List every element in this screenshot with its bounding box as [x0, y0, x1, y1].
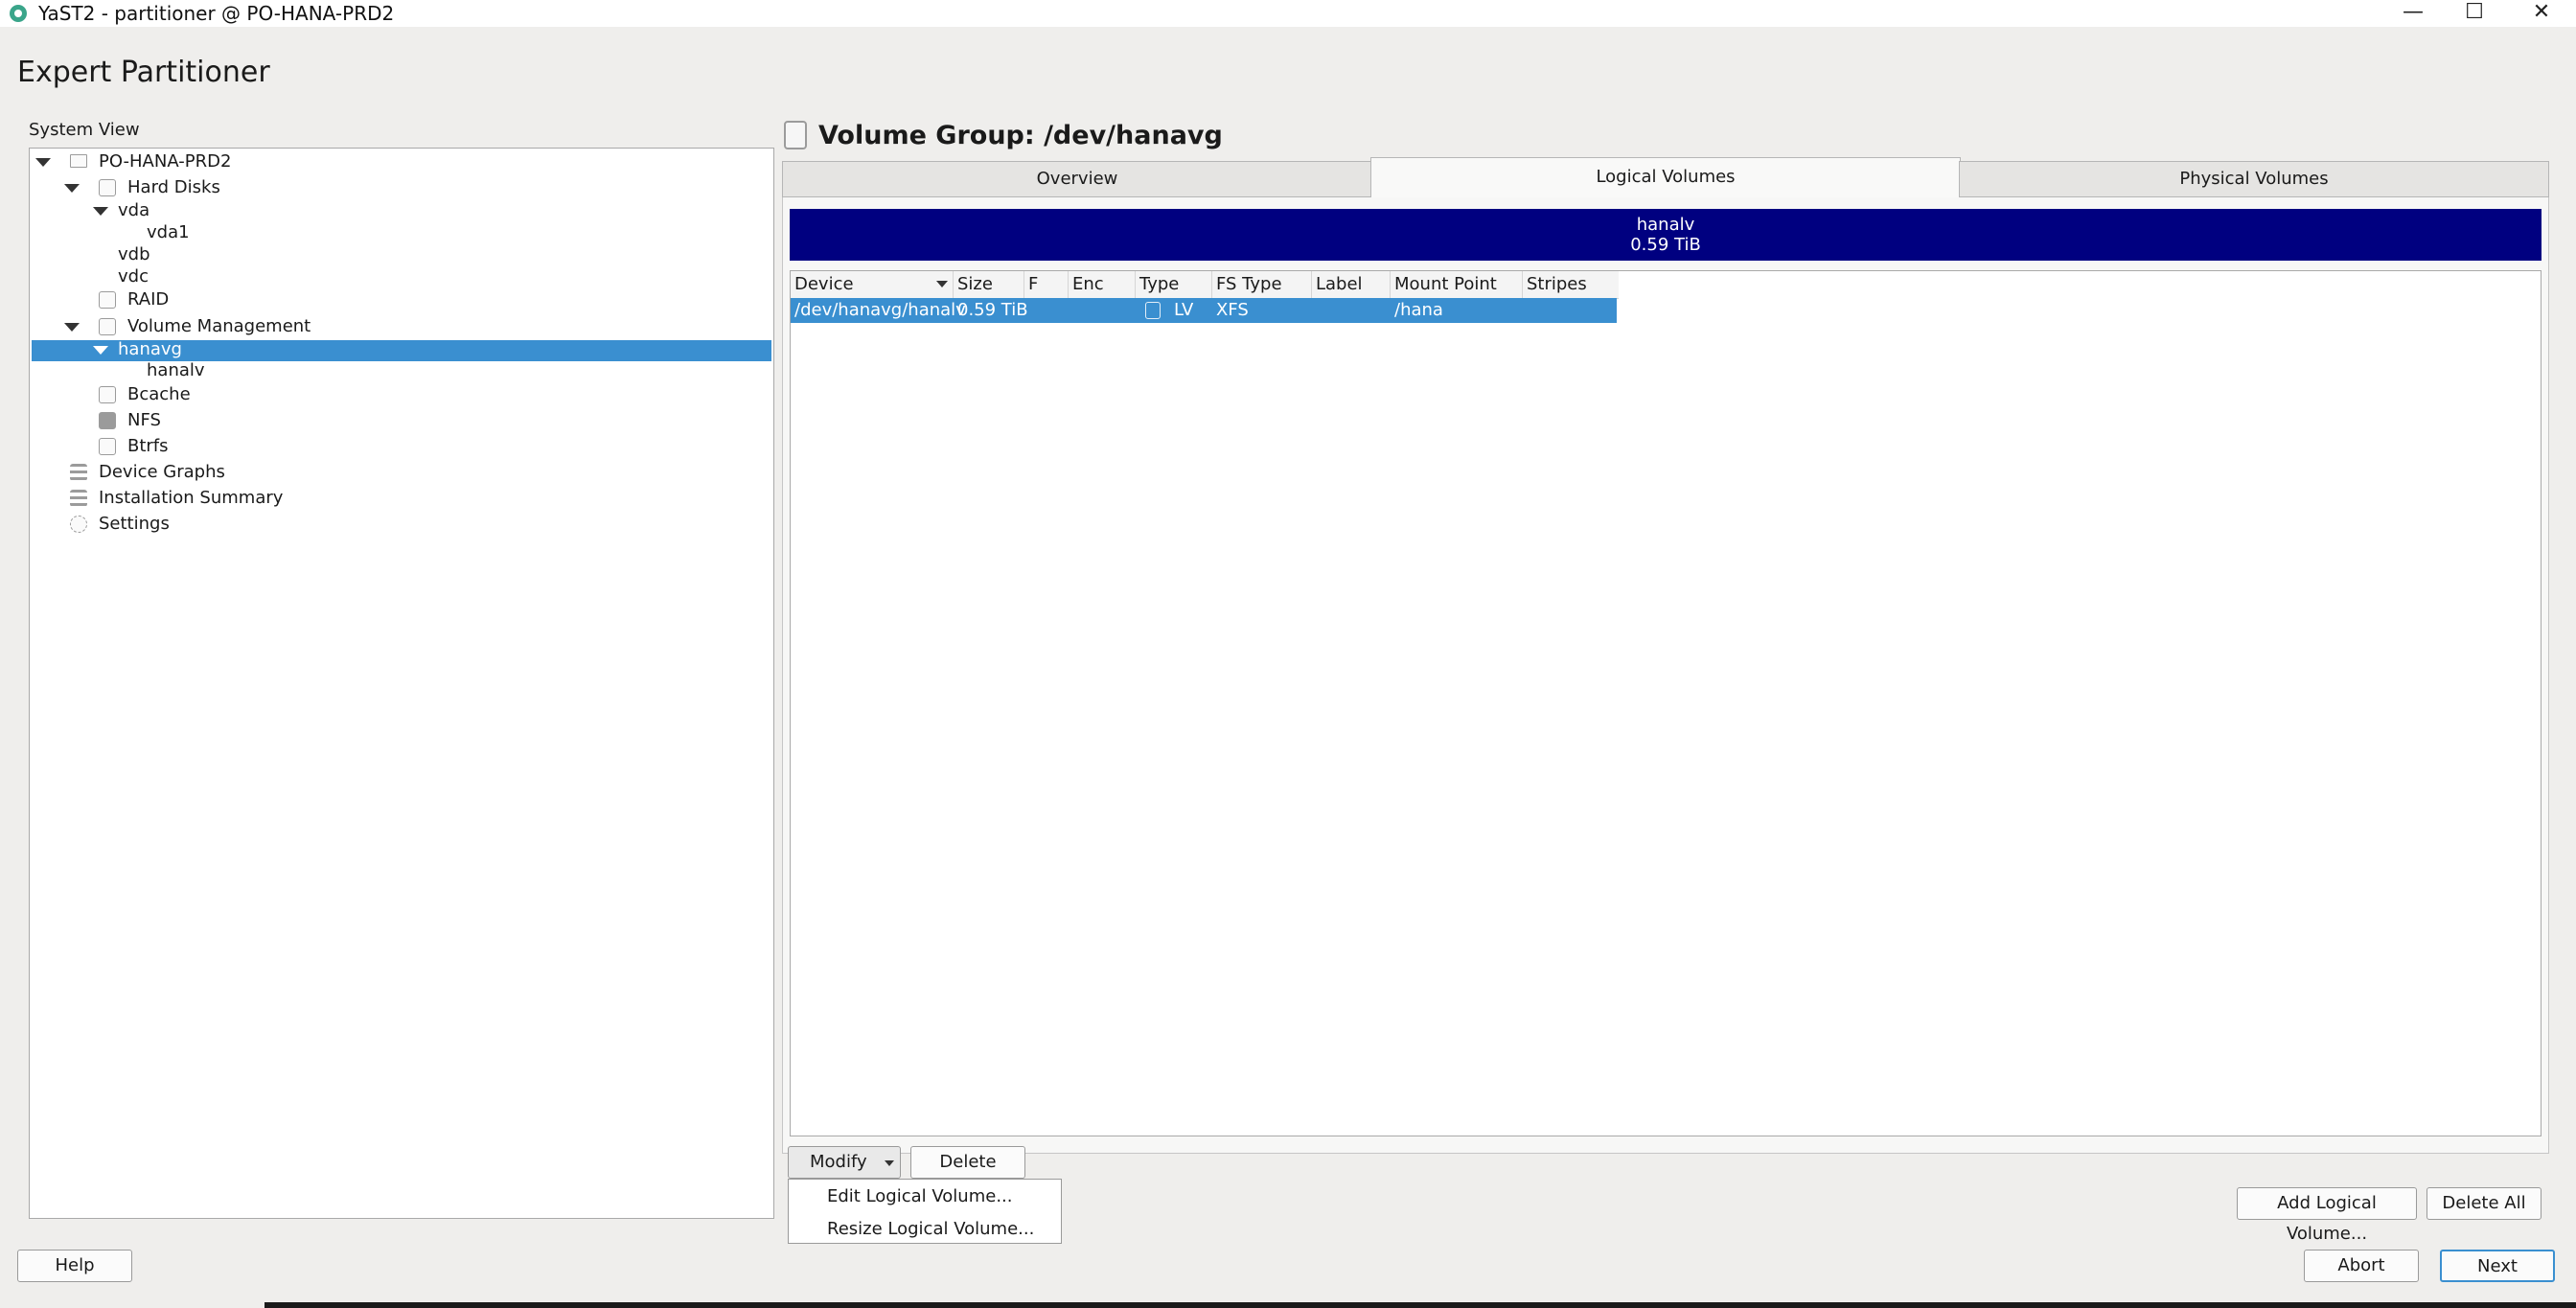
- volume-management-icon: [99, 318, 116, 335]
- cell-type: LV: [1174, 300, 1194, 320]
- tree-node-label: vdc: [118, 266, 149, 287]
- cell-fs-type: XFS: [1216, 300, 1249, 320]
- tree-node-label: RAID: [127, 289, 170, 310]
- abort-button[interactable]: Abort: [2304, 1250, 2419, 1282]
- help-button[interactable]: Help: [17, 1250, 132, 1282]
- tree-node-vdc[interactable]: vdc: [118, 265, 149, 288]
- tree-node-label: Device Graphs: [99, 462, 225, 482]
- system-view-label: System View: [29, 120, 140, 140]
- column-header-f[interactable]: F: [1024, 271, 1069, 298]
- menu-item-edit-logical-volume[interactable]: Edit Logical Volume...: [827, 1184, 1013, 1209]
- tree-node-label: hanalv: [147, 360, 205, 380]
- tree-node-label: Settings: [99, 514, 170, 534]
- cell-device: /dev/hanavg/hanalv: [794, 300, 966, 320]
- table-row[interactable]: /dev/hanavg/hanalv 0.59 TiB LV XFS /hana: [791, 298, 1617, 323]
- computer-icon: [70, 154, 87, 168]
- column-header-label[interactable]: Label: [1312, 271, 1391, 298]
- add-logical-volume-button[interactable]: Add Logical Volume...: [2237, 1187, 2417, 1244]
- chevron-down-icon[interactable]: [885, 1160, 894, 1166]
- menu-item-resize-logical-volume[interactable]: Resize Logical Volume...: [827, 1217, 1034, 1242]
- minimize-icon[interactable]: —: [2384, 0, 2442, 27]
- cell-enc: [1069, 298, 1136, 323]
- window-title: YaST2 - partitioner @ PO-HANA-PRD2: [38, 2, 395, 25]
- cell-stripes: [1523, 298, 1617, 323]
- column-header-stripes[interactable]: Stripes: [1523, 271, 1619, 298]
- bcache-icon: [99, 386, 116, 403]
- tree-node-label: vda1: [147, 222, 190, 242]
- close-icon[interactable]: ✕: [2513, 0, 2570, 27]
- page-title: Expert Partitioner: [17, 56, 270, 89]
- device-graphs-icon: [70, 464, 87, 481]
- tree-node-vda1[interactable]: vda1: [147, 221, 190, 244]
- cell-label: [1312, 298, 1391, 323]
- modify-dropdown-menu: Edit Logical Volume... Resize Logical Vo…: [788, 1179, 1062, 1244]
- column-header-enc[interactable]: Enc: [1069, 271, 1136, 298]
- modify-menu-button[interactable]: Modify: [788, 1146, 901, 1179]
- delete-all-button[interactable]: Delete All: [2426, 1187, 2542, 1220]
- gear-icon: [70, 516, 87, 533]
- column-header-device[interactable]: Device: [791, 271, 954, 298]
- tree-node-label: Volume Management: [127, 316, 311, 336]
- logical-volume-icon: [1145, 302, 1161, 319]
- taskbar-edge: [264, 1302, 2576, 1308]
- maximize-icon[interactable]: ☐: [2446, 0, 2503, 27]
- cell-size: 0.59 TiB: [957, 300, 1028, 320]
- tree-node-label: Btrfs: [127, 436, 169, 456]
- tree-node-label: Hard Disks: [127, 177, 220, 197]
- tree-node-label: NFS: [127, 410, 161, 430]
- usage-bar-size: 0.59 TiB: [1630, 235, 1701, 255]
- tree-node-label: Installation Summary: [99, 488, 284, 508]
- raid-icon: [99, 291, 116, 309]
- tree-node-label: hanavg: [118, 339, 182, 359]
- column-header-fs-type[interactable]: FS Type: [1212, 271, 1312, 298]
- tree-node-hanalv[interactable]: hanalv: [147, 359, 205, 382]
- table-header: Device Size F Enc Type FS Type Label Mou…: [791, 271, 1619, 299]
- usage-bar-name: hanalv: [1636, 215, 1695, 235]
- btrfs-icon: [99, 438, 116, 455]
- hard-disk-icon: [99, 179, 116, 196]
- expand-arrow-icon[interactable]: [64, 184, 80, 193]
- summary-list-icon: [70, 490, 87, 507]
- volume-group-icon: [784, 121, 807, 149]
- tree-node-vdb[interactable]: vdb: [118, 243, 150, 266]
- header-label: Device: [794, 274, 854, 294]
- tab-physical-volumes[interactable]: Physical Volumes: [1959, 161, 2549, 197]
- cell-f: [1024, 298, 1069, 323]
- next-button[interactable]: Next: [2440, 1250, 2555, 1282]
- logical-volumes-table[interactable]: Device Size F Enc Type FS Type Label Mou…: [790, 270, 2542, 1136]
- tree-node-label: Bcache: [127, 384, 191, 404]
- tab-overview[interactable]: Overview: [782, 161, 1372, 197]
- expand-arrow-icon[interactable]: [93, 346, 108, 355]
- delete-button[interactable]: Delete: [910, 1146, 1025, 1179]
- column-header-size[interactable]: Size: [954, 271, 1024, 298]
- tab-logical-volumes[interactable]: Logical Volumes: [1370, 157, 1961, 197]
- tree-node-label: vdb: [118, 244, 150, 264]
- system-view-tree[interactable]: PO-HANA-PRD2 Hard Disks vda vda1 vdb vdc…: [29, 148, 774, 1219]
- window-titlebar: YaST2 - partitioner @ PO-HANA-PRD2 — ☐ ✕: [0, 0, 2576, 27]
- yast-app-icon: [10, 5, 27, 22]
- expand-arrow-icon[interactable]: [93, 207, 108, 216]
- modify-label: Modify: [810, 1152, 867, 1172]
- tree-node-label: vda: [118, 200, 150, 220]
- expand-arrow-icon[interactable]: [35, 158, 51, 167]
- volume-group-title: Volume Group: /dev/hanavg: [818, 121, 1223, 150]
- cell-mount-point: /hana: [1394, 300, 1443, 320]
- column-header-type[interactable]: Type: [1136, 271, 1212, 298]
- expand-arrow-icon[interactable]: [64, 323, 80, 332]
- volume-usage-bar: hanalv 0.59 TiB: [790, 209, 2542, 261]
- nfs-share-icon: [99, 412, 116, 429]
- tree-node-label: PO-HANA-PRD2: [99, 151, 232, 172]
- column-header-mount-point[interactable]: Mount Point: [1391, 271, 1523, 298]
- sort-arrow-icon[interactable]: [936, 281, 948, 287]
